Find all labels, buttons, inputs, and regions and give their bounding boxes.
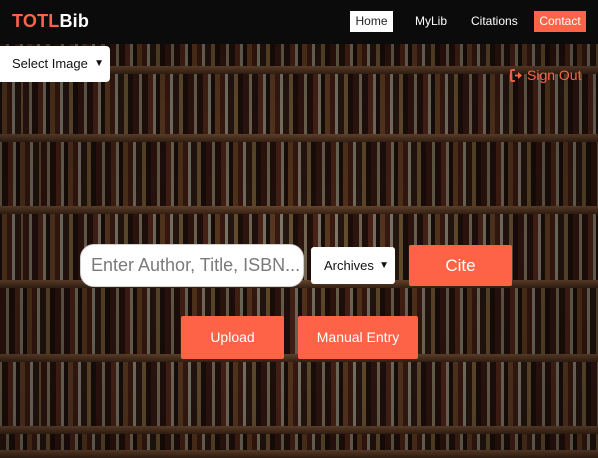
select-image-value: Select Image: [12, 56, 88, 71]
top-navbar: TOTLBib Home MyLib Citations Contact: [0, 0, 598, 44]
logo-text-secondary: Bib: [59, 11, 90, 31]
cite-button[interactable]: Cite: [409, 245, 512, 286]
sign-out-icon: [510, 69, 522, 82]
search-input[interactable]: Enter Author, Title, ISBN...: [80, 244, 304, 287]
source-select-dropdown[interactable]: Archives ▼: [311, 247, 395, 284]
logo-text-primary: TOTL: [12, 11, 60, 31]
manual-entry-button[interactable]: Manual Entry: [298, 316, 418, 359]
chevron-down-icon: ▼: [94, 58, 104, 69]
select-image-dropdown[interactable]: Select Image ▼: [0, 46, 110, 82]
source-select-value: Archives: [324, 258, 374, 273]
sign-out-link[interactable]: Sign Out: [510, 66, 581, 84]
nav-home-link[interactable]: Home: [350, 11, 393, 32]
nav-citations-link[interactable]: Citations: [464, 11, 525, 32]
chevron-down-icon: ▼: [379, 260, 389, 271]
upload-button[interactable]: Upload: [181, 316, 284, 359]
nav-contact-button[interactable]: Contact: [534, 11, 586, 32]
nav-mylib-link[interactable]: MyLib: [408, 11, 454, 32]
sign-out-label: Sign Out: [527, 67, 582, 83]
brand-logo[interactable]: TOTLBib: [12, 11, 89, 32]
